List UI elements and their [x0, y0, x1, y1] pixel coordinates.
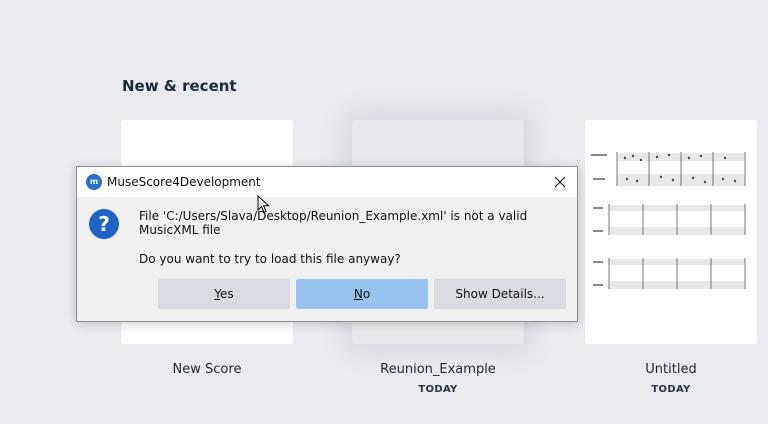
- dialog-message: File 'C:/Users/Slava/Desktop/Reunion_Exa…: [139, 209, 528, 237]
- close-button[interactable]: [549, 171, 571, 193]
- card-title-new: New Score: [172, 362, 242, 377]
- show-details-button[interactable]: Show Details...: [434, 279, 566, 309]
- card-title-untitled: Untitled: [645, 362, 697, 377]
- message-dialog: m MuseScore4Development ? File 'C:/Users…: [76, 166, 578, 322]
- yes-button[interactable]: Yes: [158, 279, 290, 309]
- no-mnemonic: N: [353, 287, 363, 301]
- question-icon: ?: [89, 209, 119, 239]
- dialog-title: MuseScore4Development: [107, 175, 261, 189]
- section-title: New & recent: [122, 77, 237, 95]
- card-date-reunion: TODAY: [418, 384, 458, 395]
- score-thumbnail: [591, 152, 746, 289]
- mouse-cursor-icon: [257, 195, 270, 214]
- dialog-titlebar[interactable]: m MuseScore4Development: [77, 167, 577, 197]
- musescore-logo-icon: m: [86, 174, 102, 190]
- card-title-reunion: Reunion_Example: [380, 362, 496, 377]
- score-card-untitled[interactable]: [585, 120, 757, 344]
- yes-label: es: [220, 287, 234, 301]
- card-date-untitled: TODAY: [651, 384, 691, 395]
- dialog-question: Do you want to try to load this file any…: [139, 252, 401, 266]
- no-label: o: [362, 287, 371, 301]
- close-icon: [554, 176, 566, 188]
- no-button[interactable]: No: [296, 279, 428, 309]
